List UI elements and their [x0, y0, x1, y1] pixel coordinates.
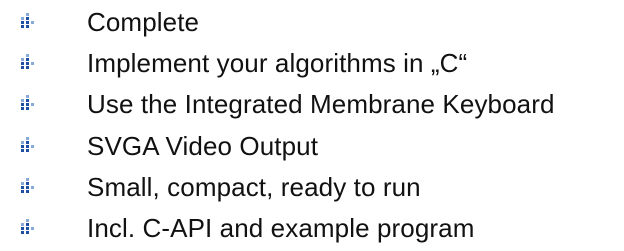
list-item: Complete	[0, 5, 624, 39]
list-item: Small, compact, ready to run	[0, 170, 624, 204]
feature-text: Use the Integrated Membrane Keyboard	[87, 89, 555, 119]
list-item: SVGA Video Output	[0, 129, 624, 163]
bullet-icon	[19, 219, 37, 235]
feature-text: Complete	[87, 7, 200, 37]
bullet-icon	[19, 54, 37, 70]
feature-list: Complete Implement your algorithms in „C…	[0, 0, 624, 251]
bullet-icon	[19, 178, 37, 194]
list-item: Implement your algorithms in „C“	[0, 46, 624, 80]
bullet-icon	[19, 137, 37, 153]
feature-text: Small, compact, ready to run	[87, 172, 421, 202]
list-item: Incl. C-API and example program	[0, 211, 624, 245]
bullet-icon	[19, 95, 37, 111]
list-item: Use the Integrated Membrane Keyboard	[0, 87, 624, 121]
feature-text: Implement your algorithms in „C“	[87, 48, 468, 78]
feature-text: SVGA Video Output	[87, 131, 319, 161]
feature-text: Incl. C-API and example program	[87, 213, 475, 243]
bullet-icon	[19, 13, 37, 29]
